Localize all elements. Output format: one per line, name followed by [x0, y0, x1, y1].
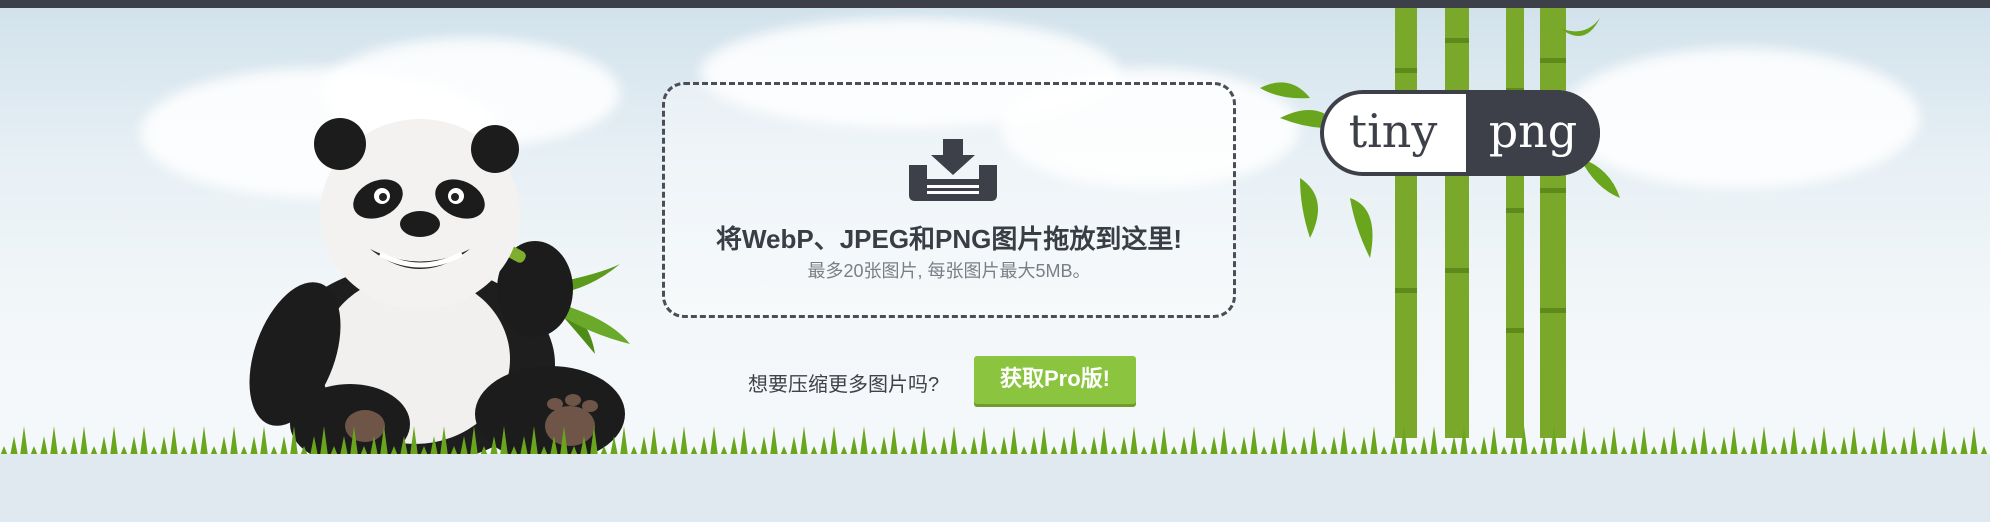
- tinypng-logo[interactable]: tiny png: [1320, 90, 1600, 176]
- upload-dropzone[interactable]: 将WebP、JPEG和PNG图片拖放到这里! 最多20张图片, 每张图片最大5M…: [662, 82, 1236, 318]
- hero-banner: 将WebP、JPEG和PNG图片拖放到这里! 最多20张图片, 每张图片最大5M…: [0, 8, 1990, 454]
- pro-promo-text: 想要压缩更多图片吗?: [748, 374, 940, 396]
- bamboo-illustration: [1260, 8, 1620, 438]
- download-tray-icon: [909, 139, 997, 201]
- panda-illustration: [249, 118, 630, 454]
- top-bar: [0, 0, 1990, 8]
- dropzone-title: 将WebP、JPEG和PNG图片拖放到这里!: [715, 224, 1183, 254]
- content-background: [0, 454, 1990, 522]
- get-pro-button[interactable]: 获取Pro版!: [974, 356, 1136, 404]
- dropzone-subtitle: 最多20张图片, 每张图片最大5MB。: [807, 261, 1091, 281]
- grass-strip: [0, 426, 1988, 454]
- logo-png-text: png: [1466, 90, 1600, 176]
- logo-tiny-text: tiny: [1348, 104, 1438, 158]
